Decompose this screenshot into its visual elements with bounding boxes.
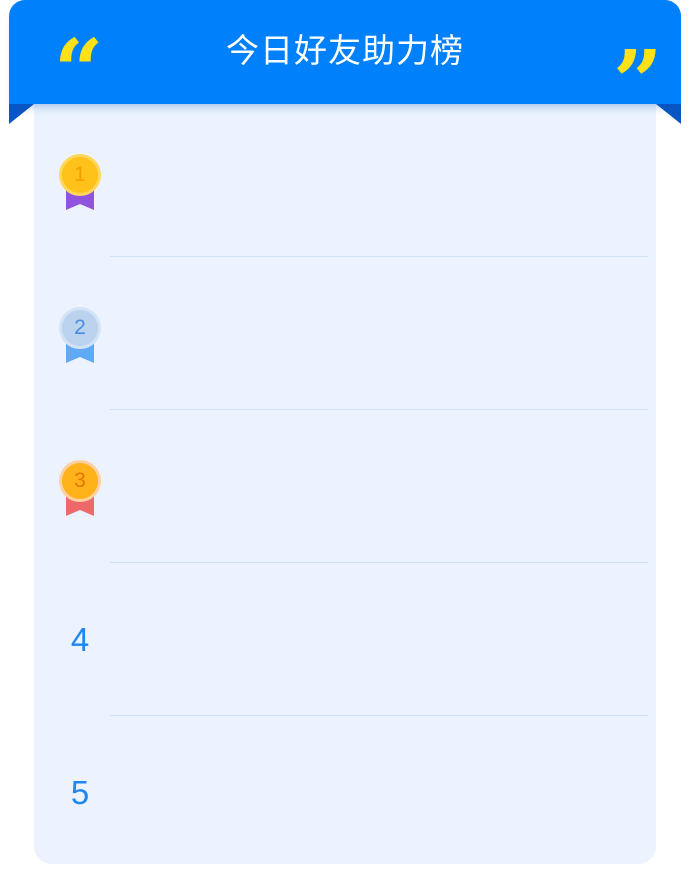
ribbon-fold-right bbox=[656, 104, 681, 124]
leaderboard-row: 2 bbox=[34, 257, 656, 410]
ribbon-fold-left bbox=[9, 104, 34, 124]
leaderboard-row: 1 bbox=[34, 104, 656, 257]
leaderboard-row: 3 bbox=[34, 410, 656, 563]
medal-rank-number: 1 bbox=[59, 154, 101, 196]
leaderboard-row: 4 bbox=[34, 563, 656, 716]
medal-rank-number: 2 bbox=[59, 307, 101, 349]
leaderboard-header: “ 今日好友助力榜 ” bbox=[9, 0, 681, 126]
rank-number: 5 bbox=[70, 774, 90, 811]
bronze-medal-icon: 3 bbox=[59, 460, 101, 520]
silver-medal-icon: 2 bbox=[59, 307, 101, 367]
leaderboard-title: 今日好友助力榜 bbox=[226, 31, 464, 70]
gold-medal-icon: 1 bbox=[59, 154, 101, 214]
rank-number: 4 bbox=[70, 621, 90, 658]
leaderboard-row: 5 bbox=[34, 716, 656, 869]
medal-rank-number: 3 bbox=[59, 460, 101, 502]
